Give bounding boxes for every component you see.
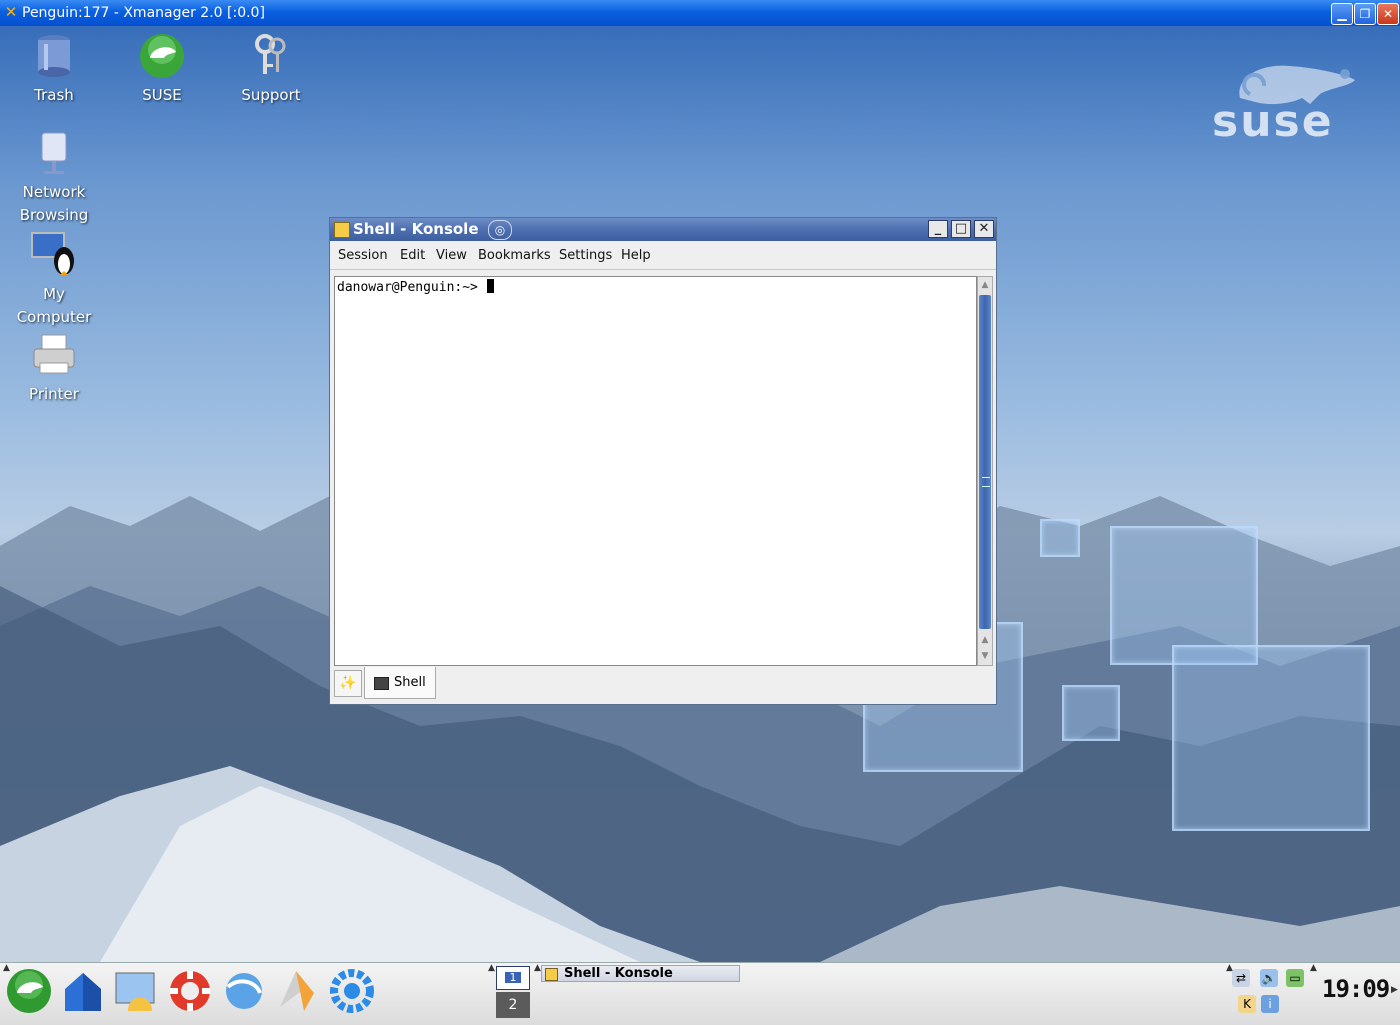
desktop-icon-label: My bbox=[43, 285, 65, 303]
konsole-task-icon bbox=[545, 968, 558, 981]
desktop-icon-network-browsing[interactable]: Network Browsing bbox=[4, 129, 104, 227]
menu-view[interactable]: View bbox=[436, 248, 467, 263]
xmanager-restore-button[interactable]: ❐ bbox=[1354, 3, 1376, 25]
volume-icon[interactable]: 🔈 bbox=[1260, 969, 1278, 987]
new-session-button[interactable]: ✨ bbox=[334, 670, 362, 697]
terminal-icon bbox=[374, 677, 389, 690]
prompt-text: danowar@Penguin:~> bbox=[337, 280, 486, 295]
xmanager-icon: ✕ bbox=[4, 3, 18, 21]
terminal-area[interactable]: danowar@Penguin:~> bbox=[334, 276, 977, 666]
desktop-icon-label: Network bbox=[22, 183, 86, 201]
keys-icon bbox=[255, 34, 286, 74]
konsole-minimize-button[interactable]: _ bbox=[928, 220, 948, 238]
pager-desktop-2[interactable]: 2 bbox=[496, 992, 530, 1018]
xmanager-minimize-button[interactable]: ▁ bbox=[1331, 3, 1353, 25]
desktop-icon-suse[interactable]: SUSE bbox=[112, 32, 212, 107]
xmanager-close-button[interactable]: ✕ bbox=[1377, 3, 1399, 25]
trash-icon bbox=[38, 35, 70, 77]
konsole-window: Shell - Konsole ◎ _ □ ✕ Session Edit Vie… bbox=[329, 217, 997, 705]
suse-menu-icon[interactable] bbox=[5, 967, 53, 1015]
desktop-icon-label: Trash bbox=[34, 86, 74, 104]
menu-session[interactable]: Session bbox=[338, 248, 388, 263]
konsole-maximize-button[interactable]: □ bbox=[951, 220, 971, 238]
konsole-titlebar[interactable]: Shell - Konsole ◎ _ □ ✕ bbox=[330, 218, 996, 241]
konqueror-browser-icon[interactable] bbox=[220, 967, 268, 1015]
terminal-scrollbar[interactable]: ▲ ▲ ▼ bbox=[977, 276, 993, 666]
konsole-close-button[interactable]: ✕ bbox=[974, 220, 994, 238]
menu-bookmarks[interactable]: Bookmarks bbox=[478, 248, 551, 263]
tab-shell[interactable]: Shell bbox=[364, 667, 436, 699]
desktop-icon-label: Support bbox=[241, 86, 301, 104]
tray-arrow-icon[interactable]: ▲ bbox=[1310, 963, 1317, 973]
network-icon bbox=[41, 132, 67, 174]
pager-desktop-1-label: 1 bbox=[505, 972, 521, 983]
taskbar-clock[interactable]: 19:09 bbox=[1322, 975, 1390, 1003]
decor-square bbox=[1062, 685, 1120, 741]
tasklist-arrow-icon[interactable]: ▲ bbox=[534, 963, 541, 973]
konqueror-shell-icon[interactable] bbox=[112, 967, 160, 1015]
desktop-icon-support[interactable]: Support bbox=[221, 32, 321, 107]
scroll-up-arrow-icon[interactable]: ▲ bbox=[979, 278, 991, 292]
desktop-icon-label: Browsing bbox=[19, 206, 89, 224]
home-icon[interactable] bbox=[59, 967, 107, 1015]
decor-square bbox=[1040, 519, 1080, 557]
tab-label: Shell bbox=[394, 675, 426, 690]
suse-logo: suse bbox=[1210, 58, 1360, 148]
konsole-tabbar: ✨ Shell bbox=[330, 667, 996, 704]
desktop-icon-my-computer[interactable]: My Computer bbox=[4, 231, 104, 329]
konsole-title: Shell - Konsole bbox=[353, 220, 479, 238]
suse-chameleon-icon: ◎ bbox=[488, 220, 512, 240]
scrollbar-thumb[interactable] bbox=[979, 295, 991, 629]
konsole-menubar: Session Edit View Bookmarks Settings Hel… bbox=[330, 241, 996, 270]
info-tray-icon[interactable]: i bbox=[1261, 995, 1279, 1013]
scroll-down-arrow-icon[interactable]: ▼ bbox=[979, 649, 991, 663]
panel-hide-arrow-icon[interactable]: ▶ bbox=[1391, 985, 1398, 995]
terminal-cursor bbox=[486, 279, 494, 293]
konsole-window-icon[interactable] bbox=[334, 222, 350, 238]
computer-penguin-icon bbox=[31, 232, 74, 275]
help-lifebuoy-icon[interactable] bbox=[166, 967, 214, 1015]
xmanager-titlebar: ✕ Penguin:177 - Xmanager 2.0 [:0.0] ▁ ❐ … bbox=[0, 0, 1400, 26]
scrollbar-grip bbox=[982, 477, 990, 487]
network-tray-icon[interactable]: ⇄ bbox=[1232, 969, 1250, 987]
suse-globe-icon bbox=[140, 34, 184, 78]
suse-logo-text: suse bbox=[1212, 96, 1334, 147]
decor-square bbox=[1172, 645, 1370, 831]
battery-icon[interactable]: ▭ bbox=[1286, 969, 1304, 987]
desktop-pager: 1 2 bbox=[494, 964, 534, 1020]
xmanager-title: Penguin:177 - Xmanager 2.0 [:0.0] bbox=[22, 5, 265, 21]
printer-icon bbox=[33, 334, 75, 374]
taskbar-task-konsole[interactable]: Shell - Konsole bbox=[541, 965, 740, 982]
menu-edit[interactable]: Edit bbox=[400, 248, 425, 263]
terminal-prompt: danowar@Penguin:~> bbox=[337, 279, 494, 295]
desktop-icon-label: SUSE bbox=[142, 86, 182, 104]
office-suite-icon[interactable] bbox=[274, 967, 322, 1015]
desktop-icon-printer[interactable]: Printer bbox=[4, 331, 104, 406]
pager-desktop-1[interactable]: 1 bbox=[496, 966, 530, 990]
scroll-up-arrow-icon[interactable]: ▲ bbox=[979, 633, 991, 647]
klipper-icon[interactable]: K bbox=[1238, 995, 1256, 1013]
menu-settings[interactable]: Settings bbox=[559, 248, 612, 263]
task-label: Shell - Konsole bbox=[564, 966, 673, 981]
settings-gear-icon[interactable] bbox=[328, 967, 376, 1015]
desktop-icon-label: Printer bbox=[29, 385, 79, 403]
menu-help[interactable]: Help bbox=[621, 248, 651, 263]
desktop-icon-trash[interactable]: Trash bbox=[4, 32, 104, 107]
desktop-icon-label: Computer bbox=[16, 308, 92, 326]
taskbar: ▲ ▲ 1 2 ▲ Shell - Konsole ▲ ⇄ 🔈 ▭ K i ▲ … bbox=[0, 962, 1400, 1025]
